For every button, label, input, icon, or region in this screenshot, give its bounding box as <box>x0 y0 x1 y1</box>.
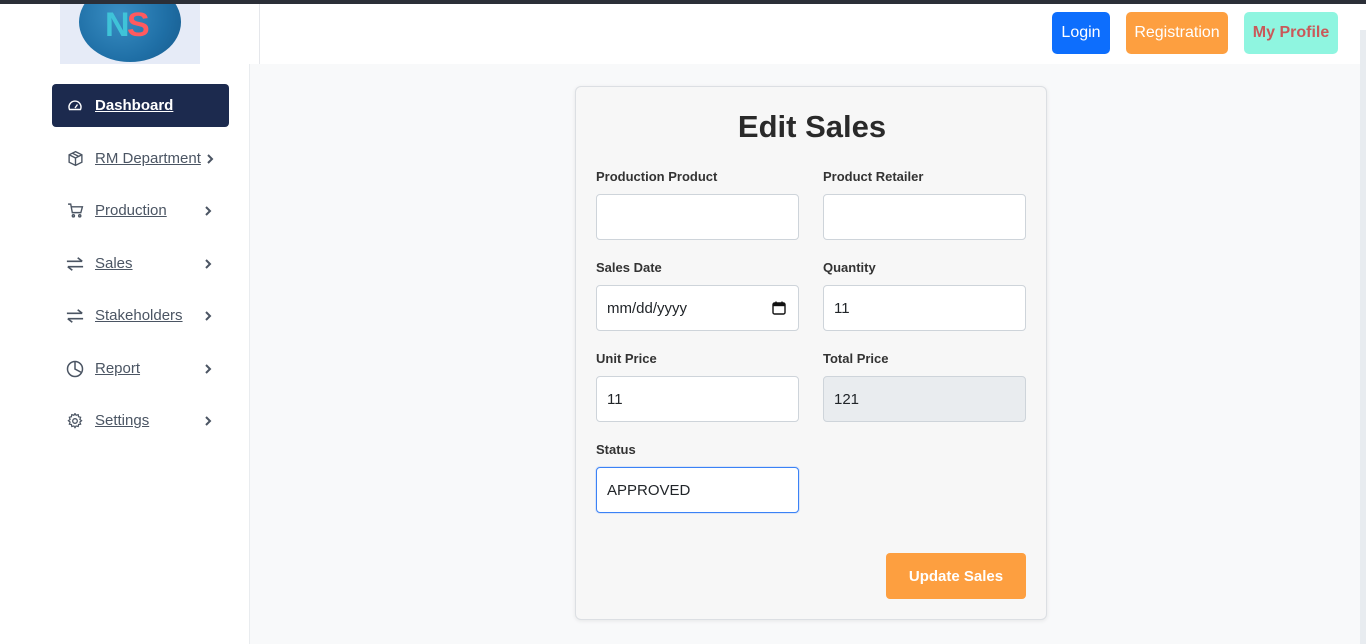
sidebar-item-label: Sales <box>95 255 133 272</box>
my-profile-button[interactable]: My Profile <box>1244 12 1338 54</box>
sidebar-item-settings[interactable]: Settings <box>52 399 229 442</box>
chevron-right-icon <box>207 153 214 164</box>
pie-chart-icon <box>66 360 84 378</box>
quantity-input[interactable]: 11 <box>823 285 1026 331</box>
sidebar-item-dashboard[interactable]: Dashboard <box>52 84 229 127</box>
production-product-input[interactable] <box>596 194 799 240</box>
top-header: N S Login Registration My Profile <box>0 4 1366 64</box>
gear-icon <box>66 412 84 430</box>
header-divider <box>259 4 260 64</box>
box-icon <box>66 150 84 168</box>
sidebar-item-label: Production <box>95 202 167 219</box>
sidebar-item-label: Stakeholders <box>95 307 183 324</box>
sales-date-label: Sales Date <box>596 260 662 275</box>
logo-letter-n: N <box>105 6 130 44</box>
sales-date-input[interactable]: mm/dd/yyyy <box>596 285 799 331</box>
chevron-right-icon <box>205 258 212 269</box>
sidebar-item-stakeholders[interactable]: Stakeholders <box>52 294 229 337</box>
gauge-icon <box>66 97 84 115</box>
sales-date-value: mm/dd/yyyy <box>607 299 688 317</box>
quantity-label: Quantity <box>823 260 876 275</box>
production-product-label: Production Product <box>596 169 718 184</box>
chevron-right-icon <box>205 363 212 374</box>
sidebar-item-label: Report <box>95 360 141 377</box>
calendar-icon[interactable] <box>772 301 786 315</box>
product-retailer-label: Product Retailer <box>823 169 924 184</box>
chevron-right-icon <box>205 310 212 321</box>
page-title: Edit Sales <box>737 109 887 144</box>
logo[interactable]: N S <box>60 4 200 64</box>
unit-price-label: Unit Price <box>596 351 657 366</box>
update-sales-button[interactable]: Update Sales <box>886 553 1026 599</box>
sidebar-item-rm-department[interactable]: RM Department <box>52 137 229 180</box>
total-price-label: Total Price <box>823 351 889 366</box>
sidebar-item-label: RM Department <box>95 150 201 167</box>
total-price-input: 121 <box>823 376 1026 422</box>
sidebar: Dashboard RM Department Production Sales… <box>0 64 250 644</box>
status-label: Status <box>596 442 636 457</box>
product-retailer-input[interactable] <box>823 194 1026 240</box>
sidebar-item-production[interactable]: Production <box>52 189 229 232</box>
arrows-exchange-icon <box>66 307 84 325</box>
cart-icon <box>66 202 84 220</box>
arrows-exchange-icon <box>66 255 84 273</box>
logo-letter-s: S <box>127 6 150 44</box>
sidebar-item-sales[interactable]: Sales <box>52 242 229 285</box>
status-input[interactable]: APPROVED <box>596 467 799 513</box>
login-button[interactable]: Login <box>1052 12 1110 54</box>
sidebar-item-label: Settings <box>95 412 150 429</box>
edit-sales-form: Edit Sales Production Product Product Re… <box>575 86 1047 620</box>
sidebar-item-label: Dashboard <box>95 97 174 114</box>
chevron-right-icon <box>205 415 212 426</box>
sidebar-item-report[interactable]: Report <box>52 347 229 390</box>
unit-price-input[interactable]: 11 <box>596 376 799 422</box>
scrollbar[interactable] <box>1360 30 1366 644</box>
chevron-right-icon <box>205 205 212 216</box>
registration-button[interactable]: Registration <box>1126 12 1228 54</box>
